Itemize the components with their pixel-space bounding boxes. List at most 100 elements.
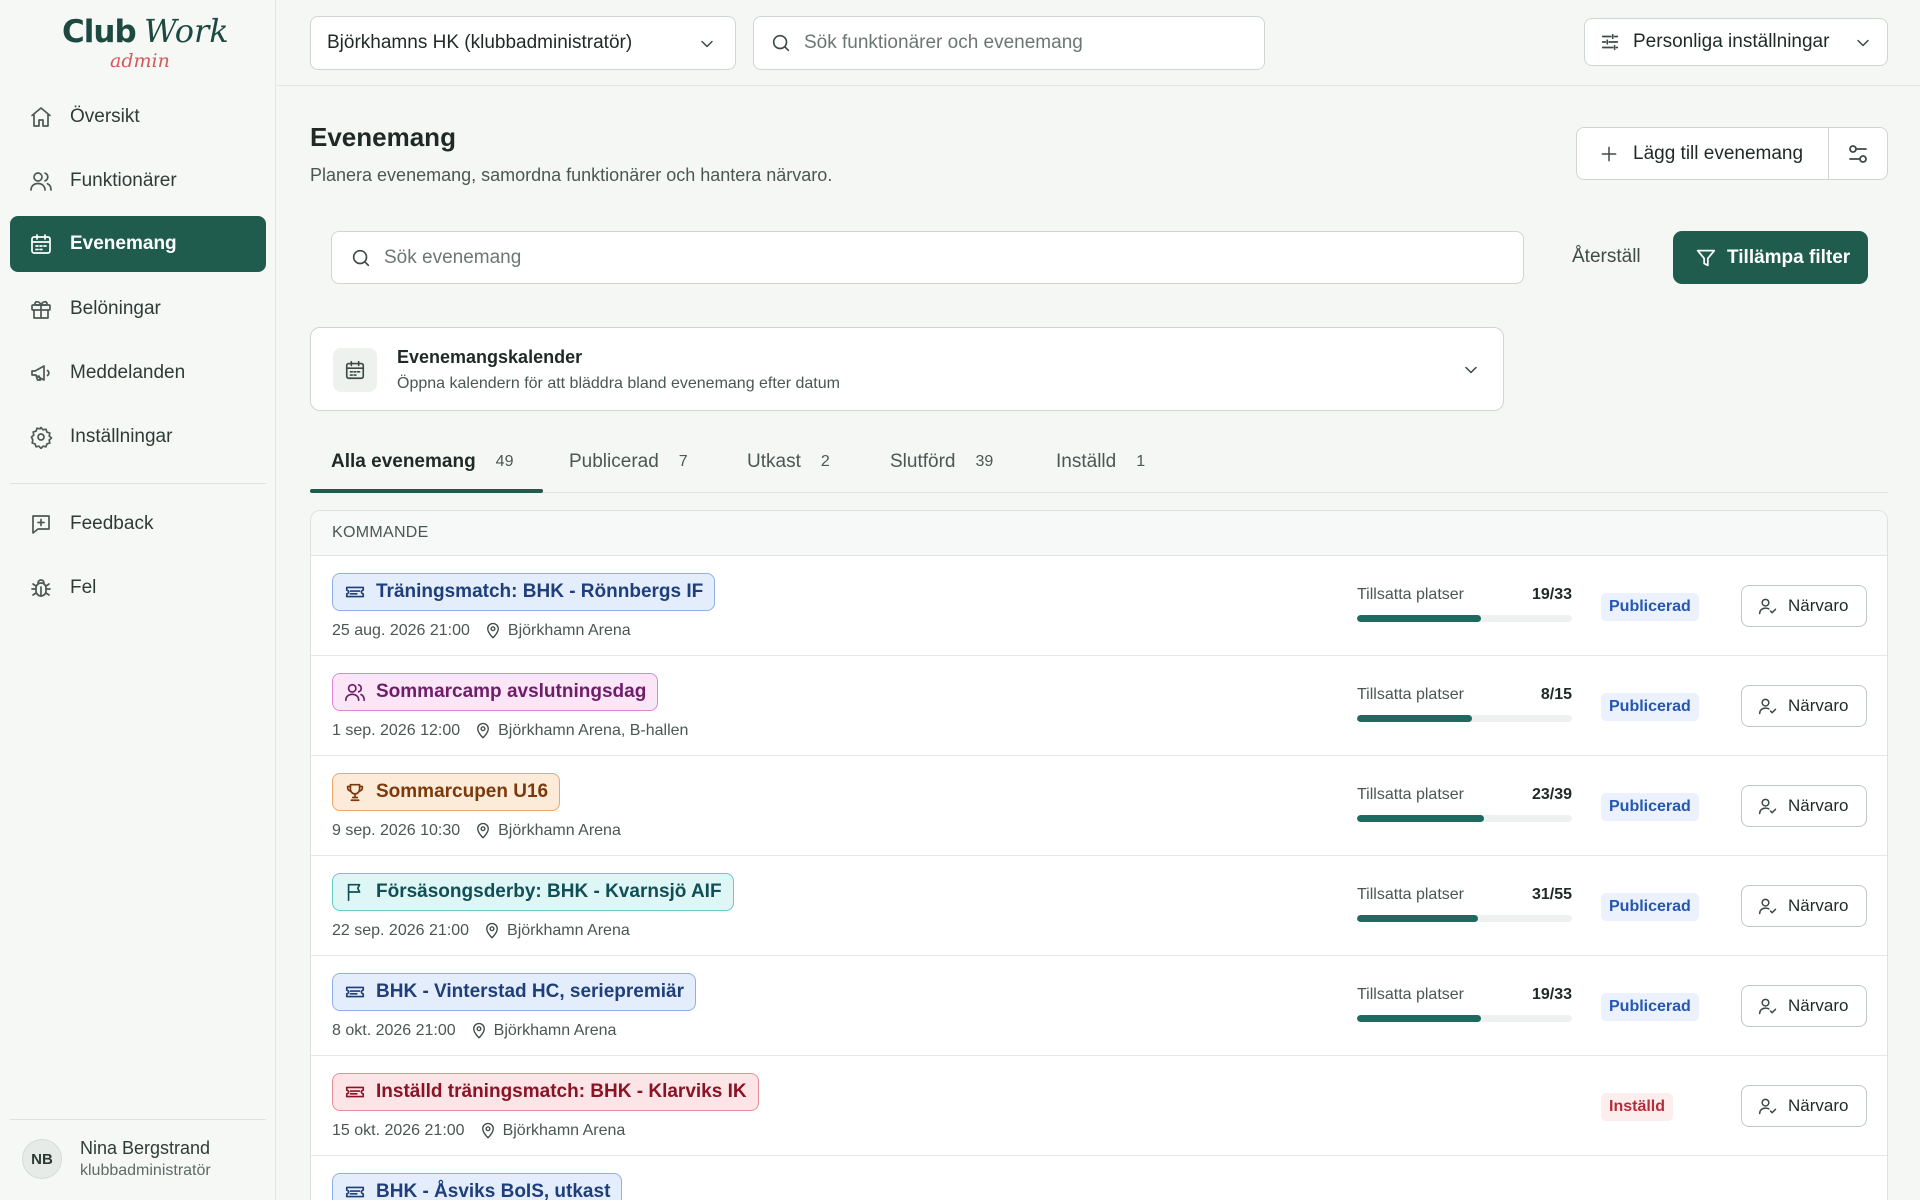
attendance-button[interactable]: Närvaro [1741,985,1867,1027]
calendar-icon [28,231,54,257]
tab-utkast[interactable]: Utkast 2 [747,430,830,493]
attendance-button[interactable]: Närvaro [1741,1085,1867,1127]
event-title-chip[interactable]: Träningsmatch: BHK - Rönnbergs IF [332,573,716,611]
sidebar-item-beloningar[interactable]: Belöningar [10,281,266,337]
sliders-icon [1601,33,1619,51]
sidebar-item-installningar[interactable]: Inställningar [10,409,266,465]
filled-slots-progress-fill [1357,1015,1481,1022]
sidebar-item-fel[interactable]: Fel [10,560,266,616]
event-row[interactable]: BHK - Vinterstad HC, seriepremiär 8 okt. … [311,956,1887,1056]
filled-slots-progress [1357,715,1572,722]
sidebar-item-meddelanden[interactable]: Meddelanden [10,345,266,401]
add-event-button[interactable]: Lägg till evenemang [1577,128,1829,179]
attendance-label: Närvaro [1788,696,1849,715]
event-meta: 15 okt. 2026 21:00 Björkhamn Arena [332,1122,625,1140]
attendance-button[interactable]: Närvaro [1741,685,1867,727]
personal-settings-button[interactable]: Personliga inställningar [1584,18,1888,66]
section-header: KOMMANDE [311,511,1887,556]
user-profile[interactable]: NB Nina Bergstrand klubbadministratör [22,1138,211,1180]
event-title-chip[interactable]: BHK - Åsviks BoIS, utkast [332,1173,623,1200]
status-badge: Publicerad [1601,993,1699,1021]
sidebar-item-oversikt[interactable]: Översikt [10,89,266,145]
reset-button[interactable]: Återställ [1572,246,1641,268]
tab-alla-evenemang[interactable]: Alla evenemang 49 [331,430,513,493]
attendance-label: Närvaro [1788,996,1849,1015]
attendance-button[interactable]: Närvaro [1741,585,1867,627]
calendar-icon [333,348,377,392]
plus-icon [1601,146,1617,161]
tab-installd[interactable]: Inställd 1 [1056,430,1145,493]
event-location: Björkhamn Arena [507,922,630,939]
event-row[interactable]: BHK - Åsviks BoIS, utkast [311,1156,1887,1200]
avatar: NB [22,1139,62,1179]
event-date: 1 sep. 2026 12:00 [332,722,461,739]
tab-count: 7 [678,452,688,470]
filter-icon [1696,249,1716,266]
view-options-button[interactable] [1829,128,1887,179]
clubwork-logo[interactable]: Club Work admin [62,12,229,76]
event-row[interactable]: Inställd träningsmatch: BHK - Klarviks I… [311,1056,1887,1156]
event-row[interactable]: Försäsongsderby: BHK - Kvarnsjö AIF 22 se… [311,856,1887,956]
event-title: Träningsmatch: BHK - Rönnbergs IF [376,581,704,602]
filled-slots-value: 23/39 [1531,786,1572,803]
user-check-icon [1758,698,1777,715]
topbar: Björkhamns HK (klubbadministratör) Sök f… [277,0,1920,86]
global-search-input[interactable]: Sök funktionärer och evenemang [753,16,1265,70]
tab-count: 49 [495,452,514,470]
club-select[interactable]: Björkhamns HK (klubbadministratör) [310,16,736,70]
filled-slots-label: Tillsatta platser [1357,986,1464,1003]
event-search-input[interactable]: Sök evenemang [331,231,1524,284]
map-pin-icon [477,822,490,839]
apply-filter-button[interactable]: Tillämpa filter [1673,231,1868,284]
event-meta: 8 okt. 2026 21:00 Björkhamn Arena [332,1022,616,1040]
event-title-chip[interactable]: BHK - Vinterstad HC, seriepremiär [332,973,696,1011]
event-row[interactable]: Sommarcamp avslutningsdag 1 sep. 2026 12:… [311,656,1887,756]
personal-settings-label: Personliga inställningar [1633,31,1830,52]
filled-slots-progress [1357,615,1572,622]
status-badge: Inställd [1601,1093,1674,1121]
event-location: Björkhamn Arena, B-hallen [498,722,689,739]
sidebar-item-label: Fel [70,577,97,598]
event-calendar-toggle[interactable]: Evenemangskalender Öppna kalendern för a… [310,327,1504,411]
filled-slots: Tillsatta platser 19/33 [1357,586,1572,622]
event-row[interactable]: Träningsmatch: BHK - Rönnbergs IF 25 aug.… [311,556,1887,656]
event-meta: 1 sep. 2026 12:00 Björkhamn Arena, B-hall… [332,722,688,740]
filled-slots-label: Tillsatta platser [1357,786,1464,803]
event-location: Björkhamn Arena [493,1022,617,1039]
event-row[interactable]: Sommarcupen U16 9 sep. 2026 10:30 Björkham… [311,756,1887,856]
map-pin-icon [481,1122,494,1139]
user-role: klubbadministratör [80,1162,211,1179]
filled-slots-label: Tillsatta platser [1357,686,1464,703]
event-title-chip[interactable]: Försäsongsderby: BHK - Kvarnsjö AIF [332,873,734,911]
apply-filter-label: Tillämpa filter [1727,246,1851,268]
user-divider [10,1119,266,1120]
sidebar-item-feedback[interactable]: Feedback [10,496,266,552]
sidebar-item-funktionarer[interactable]: Funktionärer [10,153,266,209]
event-title-chip[interactable]: Inställd träningsmatch: BHK - Klarviks I… [332,1073,759,1111]
tab-publicerad[interactable]: Publicerad 7 [569,430,688,493]
filled-slots-value: 19/33 [1531,586,1572,603]
attendance-button[interactable]: Närvaro [1741,785,1867,827]
sidebar-item-label: Evenemang [70,233,177,254]
attendance-label: Närvaro [1788,896,1849,915]
tab-slutford[interactable]: Slutförd 39 [890,430,993,493]
event-title: BHK - Åsviks BoIS, utkast [376,1181,611,1200]
status-badge: Publicerad [1601,893,1699,921]
event-location: Björkhamn Arena [507,622,631,639]
event-title: Sommarcupen U16 [376,781,549,802]
logo-admin-text: admin [110,50,170,72]
page-subtitle: Planera evenemang, samordna funktionärer… [310,165,833,185]
attendance-button[interactable]: Närvaro [1741,885,1867,927]
event-title-chip[interactable]: Sommarcamp avslutningsdag [332,673,659,711]
gift-icon [28,296,54,322]
event-location: Björkhamn Arena [502,1122,626,1139]
event-title-chip[interactable]: Sommarcupen U16 [332,773,561,811]
tab-label: Slutförd [890,450,956,472]
filled-slots-value: 19/33 [1531,986,1572,1003]
calendar-title: Evenemangskalender [397,347,583,367]
event-title: Sommarcamp avslutningsdag [376,681,647,702]
user-check-icon [1758,998,1777,1015]
status-badge: Publicerad [1601,593,1699,621]
status-badge: Publicerad [1601,793,1699,821]
sidebar-item-evenemang[interactable]: Evenemang [10,216,266,272]
